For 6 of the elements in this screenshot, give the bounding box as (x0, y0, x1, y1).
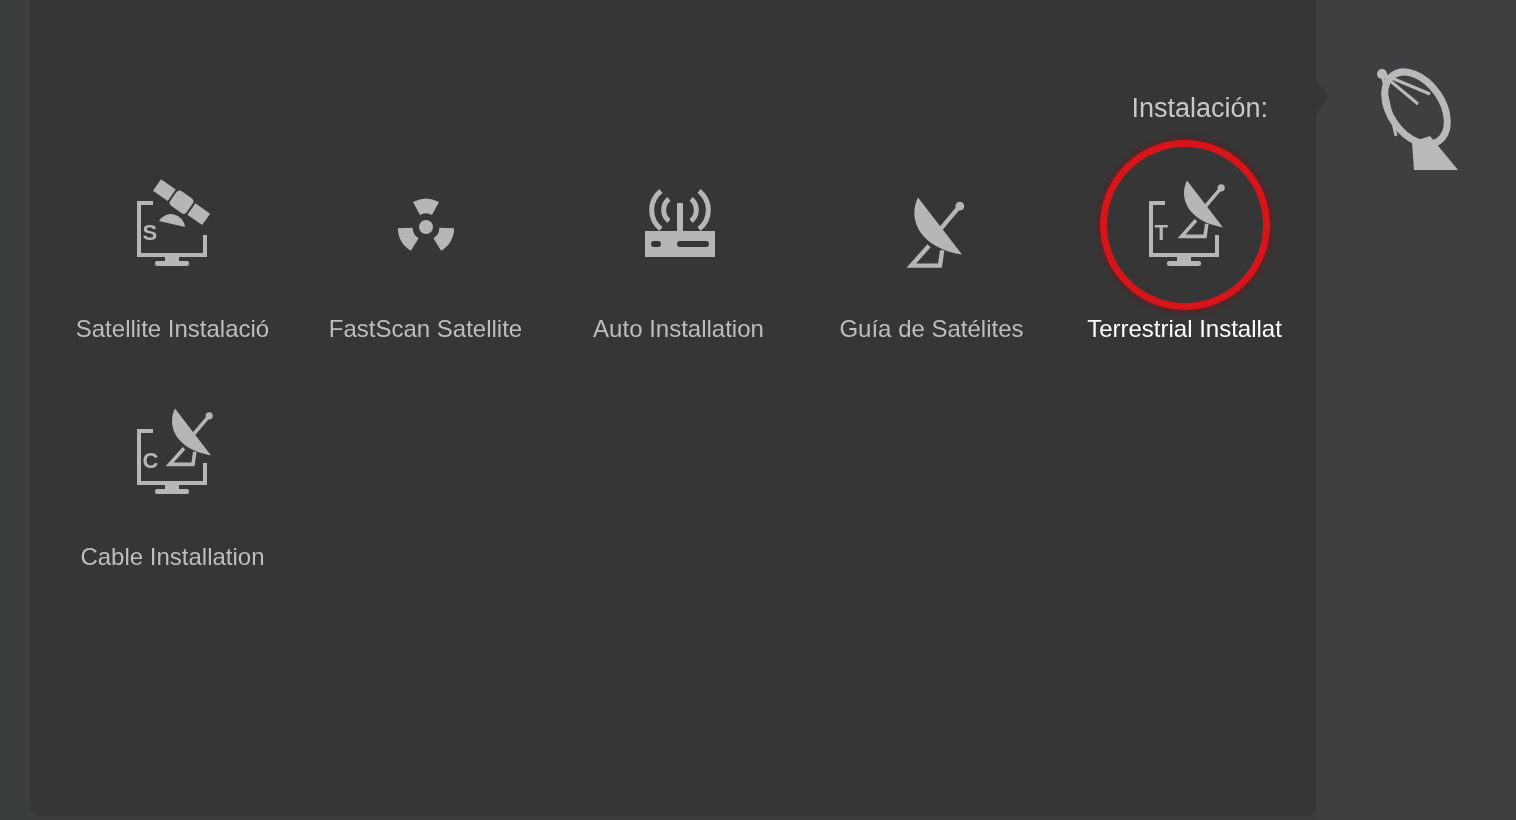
menu-item[interactable]: Guía de Satélites (805, 140, 1058, 344)
menu-item[interactable]: Auto Installation (552, 140, 805, 344)
menu-title: Instalación: (1131, 92, 1268, 125)
menu-item[interactable]: C Cable Installation (46, 368, 299, 572)
menu-item[interactable]: FastScan Satellite (299, 140, 552, 344)
menu-item[interactable]: S Satellite Instalació (46, 140, 299, 344)
